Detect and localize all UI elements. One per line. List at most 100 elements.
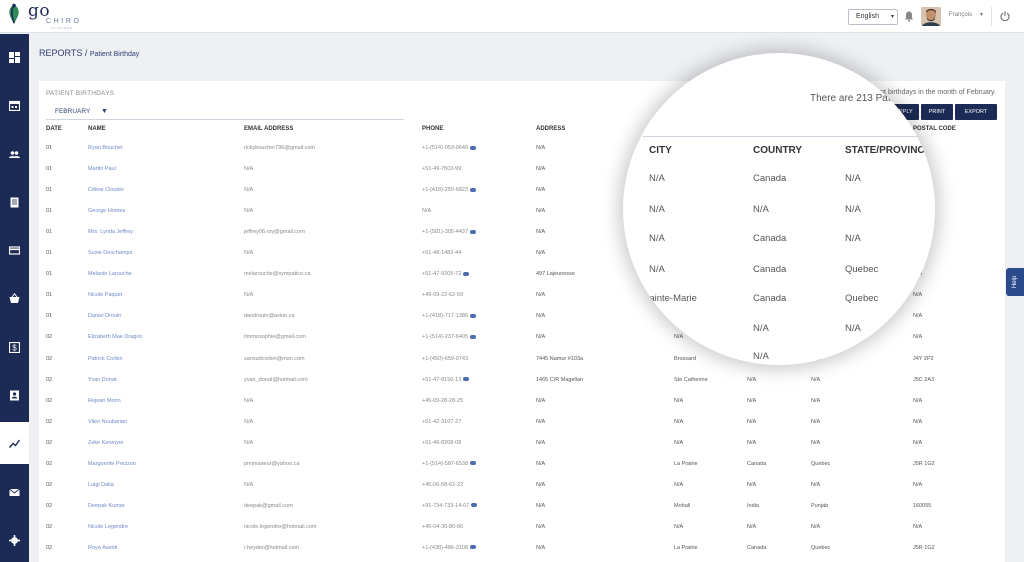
cell-postal: N/A <box>913 419 922 425</box>
cell-email: nicole.legendre@hotmail.com <box>244 524 317 530</box>
sidebar-item-notes[interactable] <box>0 181 29 223</box>
chat-bubble-icon[interactable] <box>463 377 470 382</box>
breadcrumb-current: Patient Birthday <box>89 51 140 58</box>
power-icon[interactable] <box>1000 11 1010 21</box>
cell-name[interactable]: Zeke Kenmyer <box>88 440 124 446</box>
chat-bubble-icon[interactable] <box>463 271 470 276</box>
cell-text: N/A <box>811 376 821 383</box>
cell-text: Luigi Dalia <box>88 481 114 488</box>
column-header-name: NAME <box>88 126 106 132</box>
cell-name[interactable]: Elizabeth Mae Dragon <box>88 334 142 340</box>
cell-name[interactable]: Nicole Legendre <box>88 524 128 530</box>
cell-name[interactable]: Patrick Corbin <box>88 356 123 362</box>
cell-name[interactable]: Deepak Kumar <box>88 503 125 509</box>
cell-text: N/A <box>244 166 254 173</box>
cell-text: Marguerite Prezzoo <box>88 460 136 467</box>
breadcrumb-reports[interactable]: REPORTS <box>39 48 82 58</box>
cell-city: N/A <box>674 419 683 425</box>
cell-name[interactable]: Yvan Donat <box>88 377 116 383</box>
help-tab[interactable]: Help <box>1006 268 1024 296</box>
chat-bubble-icon[interactable] <box>470 334 477 339</box>
sidebar-item-products[interactable] <box>0 277 29 319</box>
cell-text: 02 <box>46 502 53 509</box>
cell-name[interactable]: Marguerite Prezzoo <box>88 461 136 467</box>
export-button[interactable]: EXPORT <box>955 104 997 120</box>
cell-address: N/A <box>536 187 545 193</box>
cell-name[interactable]: George Homes <box>88 208 125 214</box>
cell-text: 01 <box>46 292 53 299</box>
cell-name[interactable]: Luigi Dalia <box>88 482 114 488</box>
cell-text: +1-(450)-659-0743 <box>422 355 469 362</box>
sidebar-item-contacts[interactable] <box>0 374 29 416</box>
cell-name[interactable]: Vilen Noubarian <box>88 419 127 425</box>
sidebar-item-billing[interactable] <box>0 229 29 271</box>
chat-bubble-icon[interactable] <box>471 503 478 508</box>
chat-bubble-icon[interactable] <box>470 461 477 466</box>
avatar[interactable] <box>921 7 941 26</box>
chat-bubble-icon[interactable] <box>470 229 477 234</box>
cell-text: Quebec <box>811 544 831 551</box>
cell-name[interactable]: Nicole Paquet <box>88 292 122 298</box>
cell-text: Patrick Corbin <box>88 355 123 362</box>
user-menu-caret-icon[interactable]: ▾ <box>980 11 983 18</box>
cell-text: 01 <box>46 271 53 278</box>
magnifier-cell-city: N/A <box>649 173 665 184</box>
chat-bubble-icon[interactable] <box>470 187 477 192</box>
cell-country: Canada <box>747 461 766 467</box>
sidebar-item-calendar[interactable] <box>0 84 29 126</box>
cell-address: N/A <box>536 503 545 509</box>
cell-text: Yvan Donat <box>88 376 117 383</box>
cell-address: N/A <box>536 292 545 298</box>
cell-date: 02 <box>46 461 52 467</box>
cell-name[interactable]: Susie Deschamps <box>88 250 132 256</box>
cell-name[interactable]: Melanie Larouche <box>88 271 132 277</box>
cell-country: N/A <box>747 419 756 425</box>
cell-postal: N/A <box>913 313 922 319</box>
cell-date: 02 <box>46 524 52 530</box>
user-name[interactable]: François <box>949 12 972 18</box>
cell-postal: J5C 2A3 <box>913 377 934 383</box>
sidebar-item-reports[interactable] <box>0 422 29 464</box>
cell-text: timmosophie@gmail.com <box>244 334 306 341</box>
sidebar-item-mail[interactable] <box>0 471 29 513</box>
cell-address: N/A <box>536 166 545 172</box>
cell-name[interactable]: Ryan Boucher <box>88 145 123 151</box>
sidebar-item-payments[interactable]: $ <box>0 326 29 368</box>
cell-name[interactable]: Daniel Drouin <box>88 313 121 319</box>
cell-text: 02 <box>46 397 53 404</box>
language-select[interactable]: English ▾ <box>848 9 898 25</box>
cell-name[interactable]: Roya Asenti <box>88 545 117 551</box>
caret-down-icon: ▾ <box>890 14 894 20</box>
cell-name[interactable]: Mrs. Lynda Jeffrey <box>88 229 133 235</box>
table-row: 02 Marguerite Prezzoo pmimarieur@yahoo.ca +… <box>39 461 1005 482</box>
cell-text: N/A <box>244 397 254 404</box>
cell-email: N/A <box>244 187 253 193</box>
cell-text: N/A <box>244 481 254 488</box>
cell-name[interactable]: Rejean Morin <box>88 398 121 404</box>
cell-address: N/A <box>536 419 545 425</box>
gear-icon <box>9 534 20 546</box>
cell-text: 02 <box>46 544 53 551</box>
cell-text: yvan_donat@hotmail.com <box>244 376 308 383</box>
sidebar-item-settings[interactable] <box>0 519 29 561</box>
chat-bubble-icon[interactable] <box>470 145 477 150</box>
caret-down-icon[interactable]: ▼ <box>101 108 108 115</box>
cell-country: N/A <box>747 482 756 488</box>
gochiro-logo[interactable]: go CHIRO CLINIQUE <box>6 3 79 30</box>
cell-address: N/A <box>536 461 545 467</box>
chat-bubble-icon[interactable] <box>470 545 477 550</box>
bell-icon[interactable] <box>904 11 914 22</box>
cell-name[interactable]: Martin Paul <box>88 166 116 172</box>
chat-bubble-icon[interactable] <box>470 313 477 318</box>
cell-date: 01 <box>46 187 52 193</box>
cell-text: +45-06-58-62-22 <box>422 481 464 488</box>
cell-name[interactable]: Céline Cloutier <box>88 187 124 193</box>
cell-text: +51-46-8208-08 <box>422 439 462 446</box>
cell-text: +1-(514)-953-0640 <box>422 145 469 151</box>
sidebar-item-dashboard[interactable] <box>0 36 29 78</box>
cell-text: pmimarieur@yahoo.ca <box>244 460 300 467</box>
cell-text: J4Y 2P2 <box>913 355 934 362</box>
month-select[interactable]: FEBRUARY <box>55 108 90 115</box>
sidebar-item-patients[interactable] <box>0 133 29 175</box>
print-button[interactable]: PRINT <box>921 104 953 120</box>
